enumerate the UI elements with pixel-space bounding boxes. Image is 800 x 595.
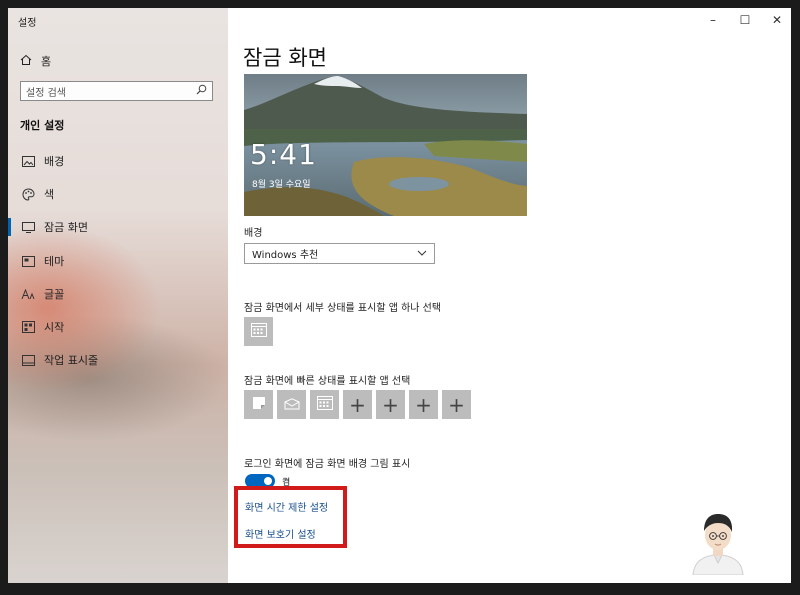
section-title: 개인 설정 [20,119,65,132]
quick-status-add-tile[interactable]: + [343,390,372,419]
quick-status-tile-3[interactable] [310,390,339,419]
home-icon [20,54,32,69]
quick-status-label: 잠금 화면에 빠른 상태를 표시할 앱 선택 [244,376,411,387]
image-icon [20,153,36,169]
home-label: 홈 [41,55,52,68]
sidebar-item-label: 색 [44,188,55,201]
sticky-note-icon [252,395,266,414]
sidebar-item-taskbar[interactable]: 작업 표시줄 [8,347,228,373]
preview-date: 8월 3일 수요일 [252,180,311,190]
search-icon [196,84,207,98]
search-input[interactable]: 설정 검색 [20,81,213,101]
chevron-down-icon [417,248,427,259]
sidebar-item-label: 작업 표시줄 [44,354,99,367]
calendar-icon [250,322,267,341]
theme-icon [20,253,36,269]
page-title: 잠금 화면 [243,46,327,70]
quick-status-tile-1[interactable] [244,390,273,419]
preview-time: 5:41 [250,138,317,171]
sidebar-item-label: 테마 [44,255,65,268]
search-placeholder: 설정 검색 [26,87,66,99]
quick-status-add-tile[interactable]: + [409,390,438,419]
sidebar-item-color[interactable]: 색 [8,181,228,207]
mail-icon [284,395,300,414]
detail-status-app-tile[interactable] [244,317,273,346]
sidebar-item-fonts[interactable]: 글꼴 [8,281,228,307]
taskbar-icon [20,352,36,368]
signin-background-label: 로그인 화면에 잠금 화면 배경 그림 표시 [244,459,411,470]
plus-icon: + [382,392,399,417]
main-content: – ☐ ✕ 잠금 화면 5:41 8월 3일 수요일 배경 Windows 추천… [228,8,791,583]
sidebar-home[interactable]: 홈 [20,53,51,69]
calendar-icon [316,395,333,414]
plus-icon: + [415,392,432,417]
sidebar-item-background[interactable]: 배경 [8,148,228,174]
detail-status-label: 잠금 화면에서 세부 상태를 표시할 앱 하나 선택 [244,303,442,314]
quick-status-tile-2[interactable] [277,390,306,419]
plus-icon: + [448,392,465,417]
background-dropdown-value: Windows 추천 [252,250,319,261]
quick-status-add-tile[interactable]: + [442,390,471,419]
sidebar-item-label: 글꼴 [44,288,65,301]
highlight-box [234,486,347,548]
settings-window: 설정 홈 설정 검색 개인 설정 배경 색 잠금 화면 테마 글꼴 시작 작업 … [8,8,791,583]
avatar [688,503,748,576]
sidebar-item-theme[interactable]: 테마 [8,248,228,274]
start-icon [20,319,36,335]
quick-status-add-tile[interactable]: + [376,390,405,419]
app-title: 설정 [18,18,37,29]
sidebar-item-label: 배경 [44,155,65,168]
close-button[interactable]: ✕ [767,13,787,27]
sidebar-item-lock-screen[interactable]: 잠금 화면 [8,214,228,240]
toggle-knob [264,477,272,485]
minimize-button[interactable]: – [703,13,723,27]
lock-screen-preview: 5:41 8월 3일 수요일 [244,74,527,216]
sidebar-item-label: 시작 [44,321,65,334]
background-dropdown[interactable]: Windows 추천 [244,243,435,264]
sidebar-item-start[interactable]: 시작 [8,314,228,340]
palette-icon [20,186,36,202]
sidebar: 설정 홈 설정 검색 개인 설정 배경 색 잠금 화면 테마 글꼴 시작 작업 … [8,8,228,583]
sidebar-item-label: 잠금 화면 [44,221,88,234]
lock-screen-icon [20,219,36,235]
maximize-button[interactable]: ☐ [735,13,755,27]
background-label: 배경 [244,228,263,239]
plus-icon: + [349,392,366,417]
font-icon [20,286,36,302]
